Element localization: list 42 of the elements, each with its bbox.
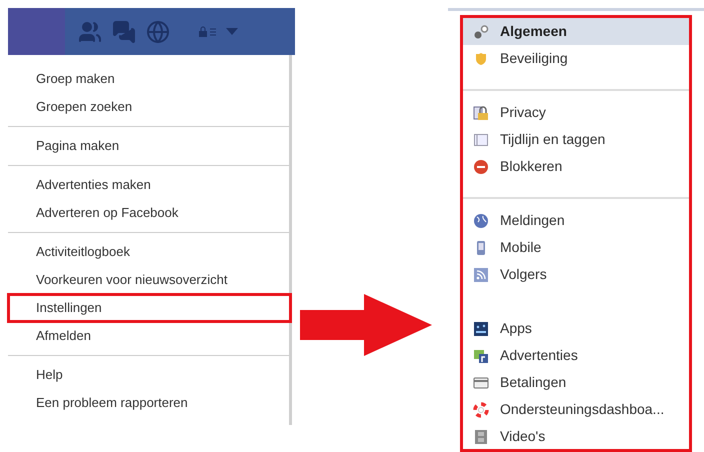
menu-item[interactable]: Adverteren op Facebook [8,199,289,227]
minus-circle-icon [473,158,489,174]
friends-icon[interactable] [78,20,102,44]
timeline-icon [473,132,489,148]
menu-item[interactable]: Afmelden [8,322,289,350]
caret-icon[interactable] [226,28,238,36]
sidebar-item[interactable]: Meldingen [463,207,689,234]
menu-item[interactable]: Groep maken [8,65,289,93]
sidebar-item[interactable]: Apps [463,315,689,342]
menu-item[interactable]: Advertenties maken [8,171,289,199]
badge-icon [473,50,489,66]
sidebar-item[interactable]: Algemeen [463,18,689,45]
menu-item[interactable]: Voorkeuren voor nieuwsoverzicht [8,266,289,294]
film-icon [473,428,489,444]
sidebar-item[interactable]: Privacy [463,99,689,126]
credit-card-icon [473,374,489,390]
sidebar-item[interactable]: Advertenties [463,342,689,369]
menu-item[interactable]: Een probleem rapporteren [8,389,289,417]
sidebar-item[interactable]: Betalingen [463,369,689,396]
sidebar-item[interactable]: Volgers [463,261,689,288]
sidebar-item[interactable]: Video's [463,423,689,450]
messages-icon[interactable] [112,20,136,44]
sidebar-item[interactable]: Blokkeren [463,153,689,180]
globe-icon[interactable] [146,20,170,44]
menu-item[interactable]: Help [8,361,289,389]
sidebar-item[interactable]: Ondersteuningsdashboa... [463,396,689,423]
gears-icon [473,24,489,40]
speech-bubble-icon [473,348,489,364]
sidebar-item[interactable]: Mobile [463,234,689,261]
profile-block [8,8,65,55]
menu-item[interactable]: Pagina maken [8,132,289,160]
sidebar-item[interactable]: Beveiliging [463,45,689,72]
lock-list-icon[interactable] [198,26,218,38]
apps-icon [473,320,489,336]
lifebuoy-icon [473,402,489,418]
rss-icon [473,266,489,282]
padlock-icon [473,104,489,120]
menu-item[interactable]: Groepen zoeken [8,93,289,121]
menu-item[interactable]: Instellingen [8,294,291,322]
globe-icon [473,212,489,228]
menu-item[interactable]: Activiteitlogboek [8,238,289,266]
sidebar-item[interactable]: Tijdlijn en taggen [463,126,689,153]
